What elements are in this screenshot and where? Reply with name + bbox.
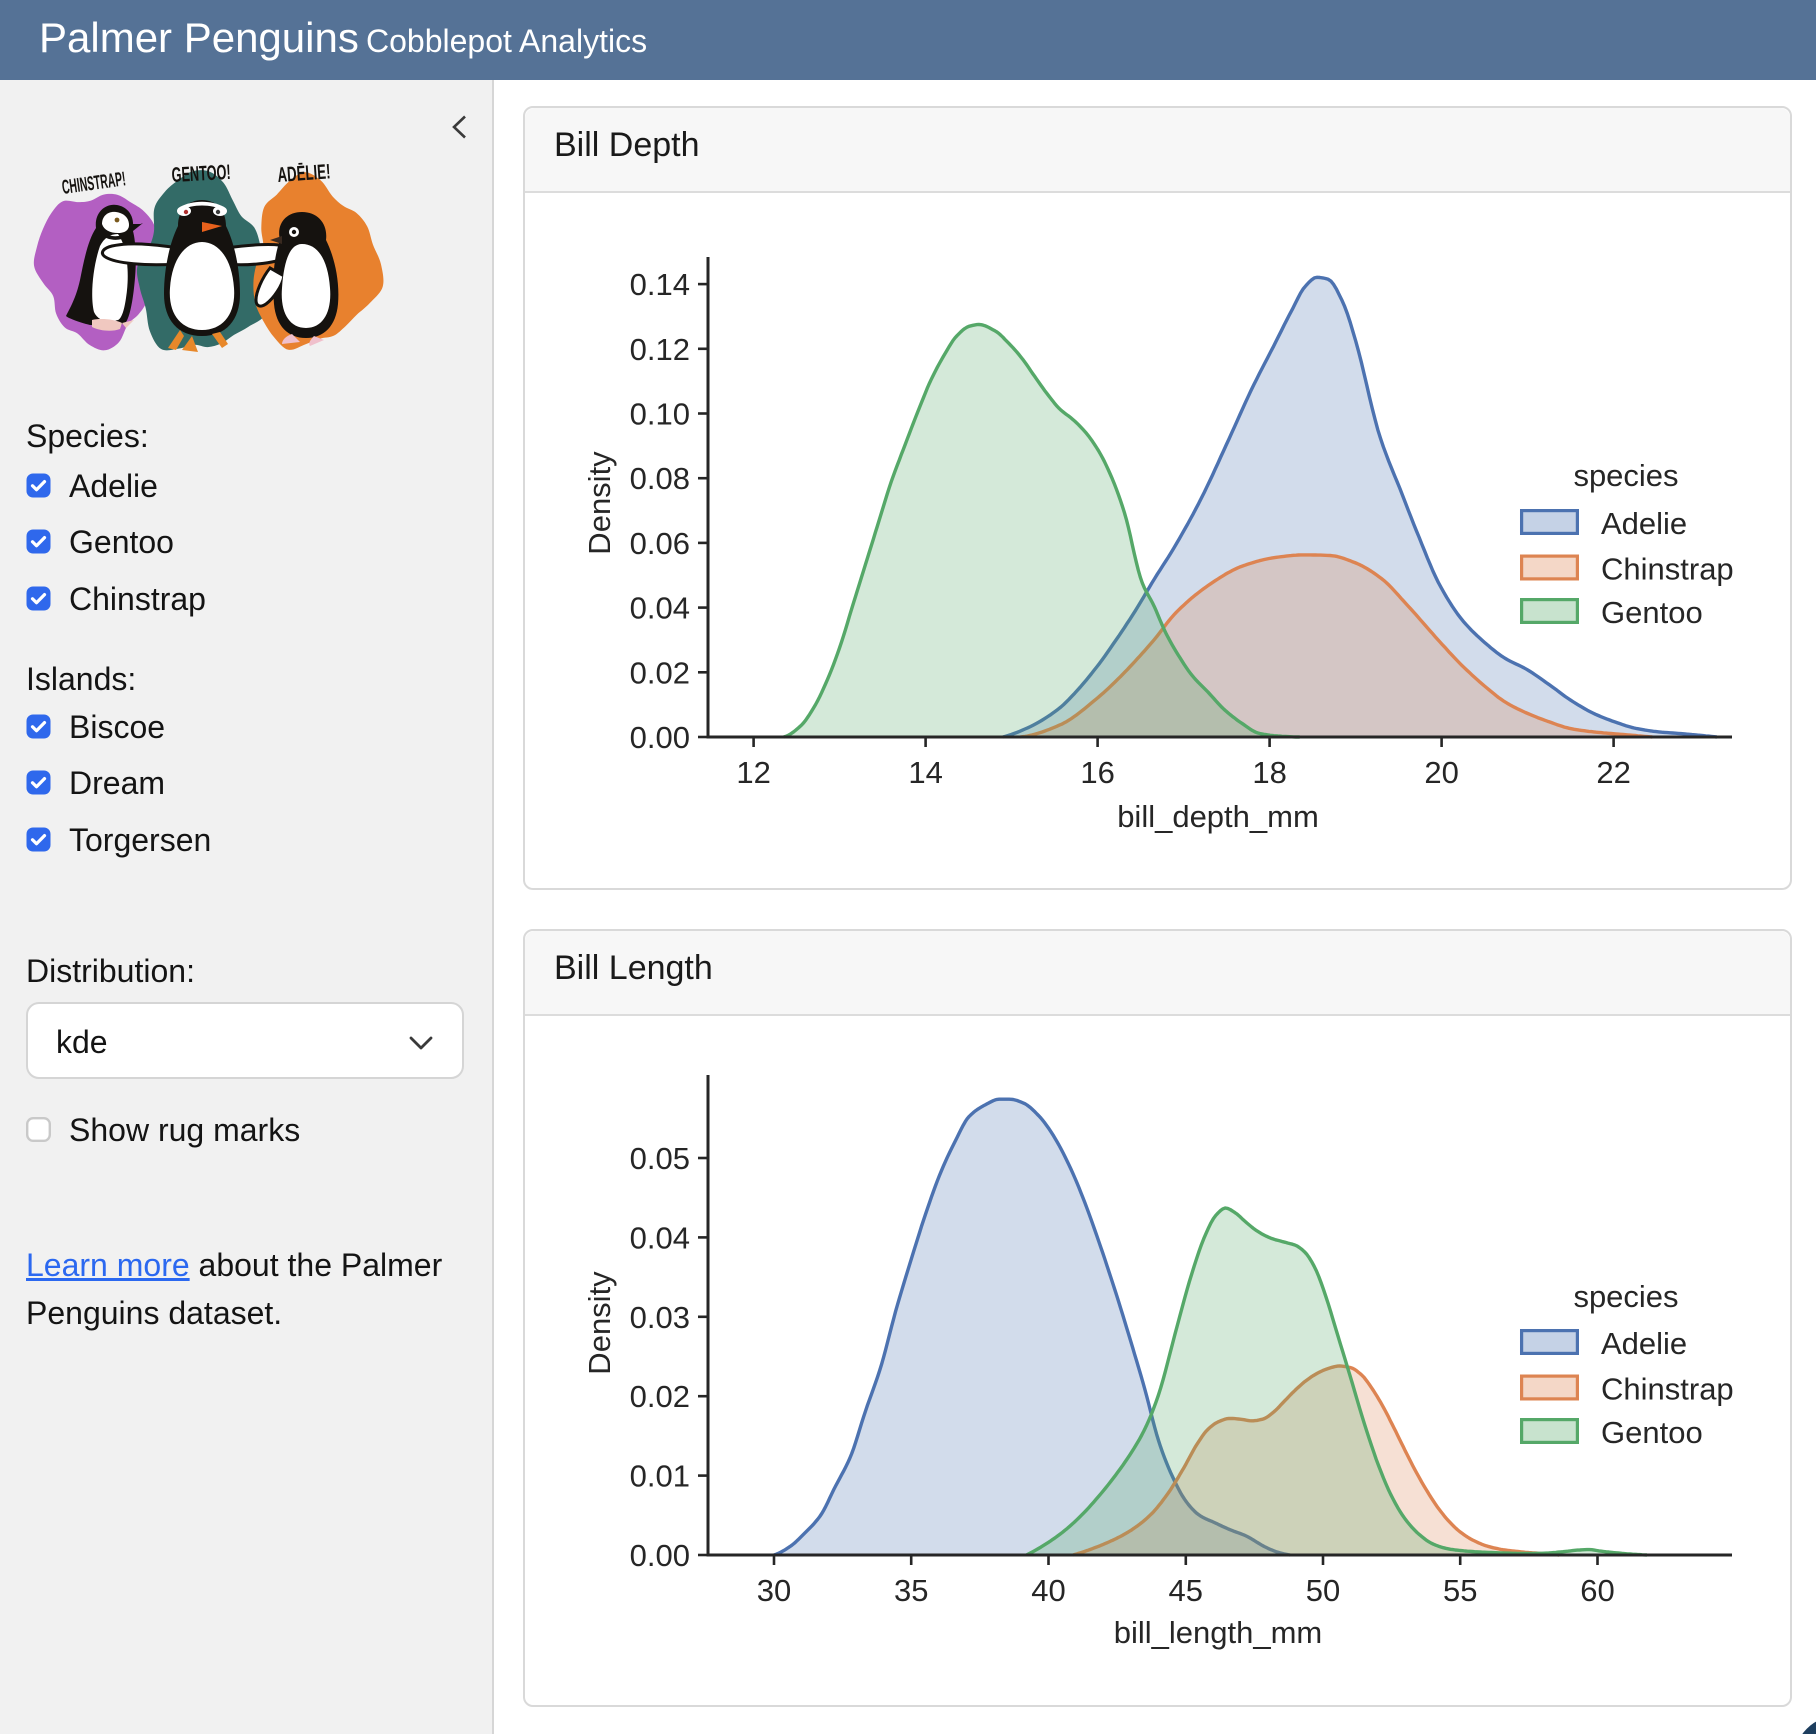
- svg-text:12: 12: [736, 755, 770, 790]
- svg-text:bill_depth_mm: bill_depth_mm: [1117, 799, 1319, 834]
- svg-text:0.12: 0.12: [630, 332, 690, 367]
- svg-text:0.03: 0.03: [630, 1300, 690, 1335]
- svg-text:GENTOO!: GENTOO!: [171, 161, 231, 187]
- svg-text:Adelie: Adelie: [1601, 1326, 1687, 1361]
- svg-text:60: 60: [1580, 1573, 1614, 1608]
- svg-text:18: 18: [1252, 755, 1286, 790]
- svg-text:40: 40: [1031, 1573, 1065, 1608]
- svg-text:45: 45: [1169, 1573, 1203, 1608]
- svg-text:species: species: [1573, 1279, 1678, 1314]
- svg-text:20: 20: [1424, 755, 1458, 790]
- svg-text:0.00: 0.00: [630, 1538, 690, 1573]
- svg-text:Chinstrap: Chinstrap: [1601, 1372, 1734, 1407]
- svg-text:species: species: [1573, 458, 1678, 493]
- svg-text:0.14: 0.14: [630, 267, 690, 302]
- svg-text:bill_length_mm: bill_length_mm: [1114, 1615, 1323, 1650]
- svg-text:0.02: 0.02: [630, 1379, 690, 1414]
- svg-text:30: 30: [757, 1573, 791, 1608]
- svg-text:CHINSTRAP!: CHINSTRAP!: [61, 168, 127, 199]
- svg-text:0.04: 0.04: [630, 1220, 690, 1255]
- svg-text:Gentoo: Gentoo: [1601, 595, 1703, 630]
- svg-text:0.02: 0.02: [630, 655, 690, 690]
- svg-text:22: 22: [1596, 755, 1630, 790]
- svg-text:0.04: 0.04: [630, 591, 690, 626]
- svg-text:35: 35: [894, 1573, 928, 1608]
- svg-text:Density: Density: [582, 1271, 617, 1375]
- svg-text:Gentoo: Gentoo: [1601, 1415, 1703, 1450]
- svg-text:Adelie: Adelie: [1601, 506, 1687, 541]
- svg-text:16: 16: [1080, 755, 1114, 790]
- svg-text:0.10: 0.10: [630, 397, 690, 432]
- svg-text:0.05: 0.05: [630, 1141, 690, 1176]
- svg-text:55: 55: [1443, 1573, 1477, 1608]
- svg-text:0.01: 0.01: [630, 1459, 690, 1494]
- svg-text:0.08: 0.08: [630, 461, 690, 496]
- svg-text:0.00: 0.00: [630, 720, 690, 755]
- svg-text:ADĒLIE!: ADĒLIE!: [277, 160, 331, 187]
- svg-text:Density: Density: [582, 451, 617, 555]
- svg-text:Chinstrap: Chinstrap: [1601, 552, 1734, 587]
- svg-text:14: 14: [908, 755, 942, 790]
- svg-text:0.06: 0.06: [630, 526, 690, 561]
- svg-text:50: 50: [1306, 1573, 1340, 1608]
